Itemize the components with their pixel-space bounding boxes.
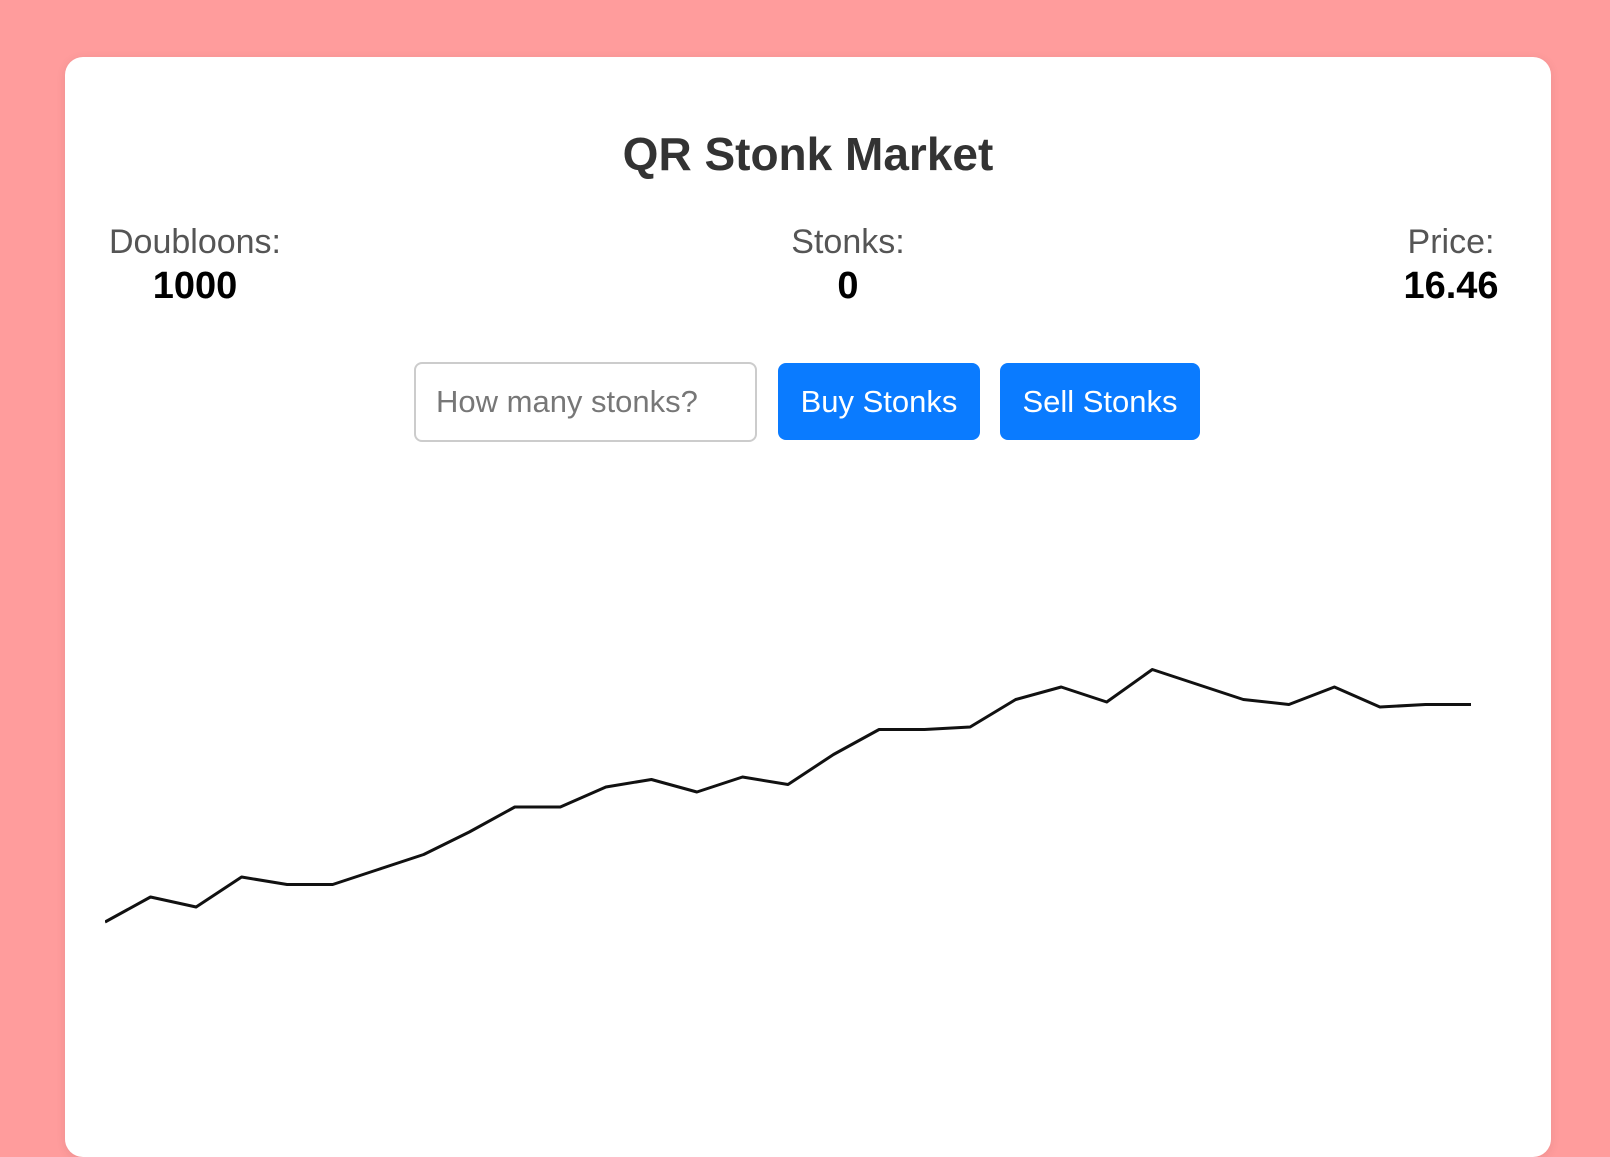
doubloons-value: 1000: [152, 265, 238, 307]
price-stat: Price: 16.46: [1391, 222, 1511, 310]
market-card: QR Stonk Market Doubloons: 1000 Stonks: …: [65, 57, 1551, 1157]
price-value: 16.46: [1403, 265, 1499, 307]
page-title: QR Stonk Market: [622, 128, 994, 180]
sell-stonks-button[interactable]: Sell Stonks: [1000, 363, 1200, 440]
buy-stonks-button[interactable]: Buy Stonks: [778, 363, 980, 440]
price-label: Price:: [1407, 223, 1495, 261]
price-series-line: [105, 668, 1471, 924]
doubloons-stat: Doubloons: 1000: [105, 222, 285, 310]
stonks-value: 0: [837, 265, 859, 307]
price-chart: [105, 668, 1471, 924]
doubloons-label: Doubloons:: [108, 223, 281, 261]
quantity-input[interactable]: [414, 362, 757, 442]
stonks-label: Stonks:: [791, 223, 905, 261]
stonks-stat: Stonks: 0: [758, 222, 938, 310]
